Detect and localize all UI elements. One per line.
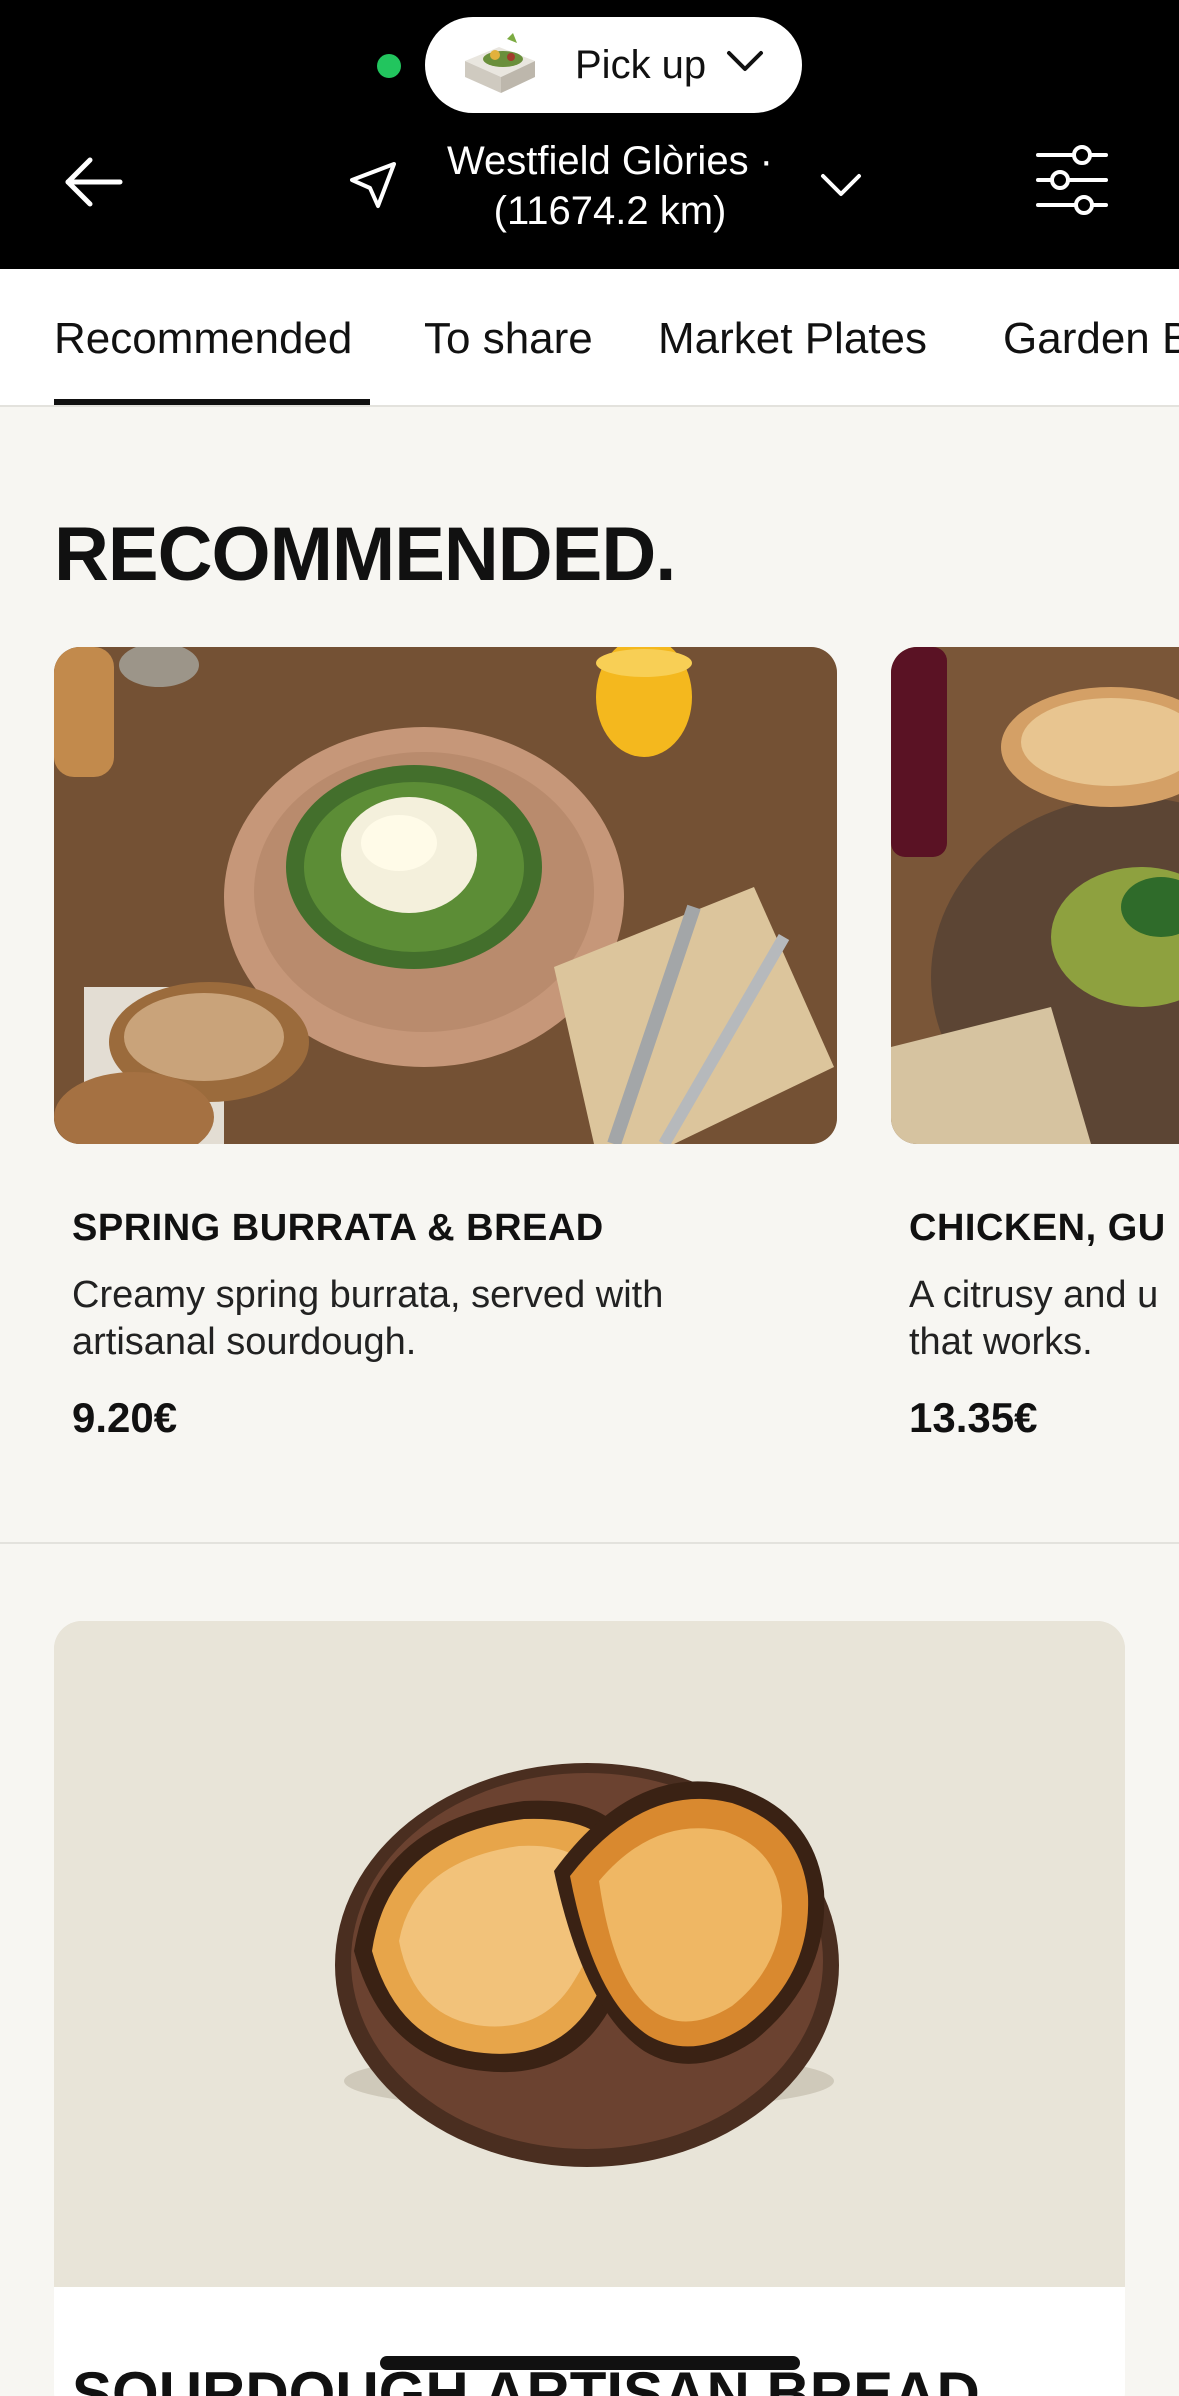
product-description-line: artisanal sourdough.: [72, 1321, 417, 1363]
category-tabs: Recommended To share Market Plates Garde…: [0, 269, 1179, 407]
featured-product-card[interactable]: [54, 1621, 1125, 2396]
sliders-icon[interactable]: [1034, 145, 1110, 215]
tab-recommended[interactable]: Recommended: [54, 313, 352, 365]
tab-market-plates[interactable]: Market Plates: [658, 313, 927, 365]
chevron-down-icon: [727, 51, 763, 71]
store-location-name: Westfield Glòries ·: [446, 139, 773, 183]
sourdough-photo: [54, 1621, 1125, 2287]
home-indicator: [380, 2356, 800, 2370]
chicken-photo: [891, 647, 1179, 1144]
status-dot: [377, 54, 401, 78]
top-bar: Pick up Westfield Glòries · (11674.2 km): [0, 0, 1179, 269]
product-image-chicken[interactable]: [891, 647, 1179, 1144]
product-title[interactable]: CHICKEN, GU: [909, 1205, 1166, 1251]
pickup-label: Pick up: [575, 43, 707, 87]
back-arrow-icon[interactable]: [62, 150, 126, 214]
active-tab-indicator: [54, 399, 370, 405]
store-location-distance: (11674.2 km): [493, 189, 727, 233]
product-price: 13.35€: [909, 1394, 1038, 1441]
section-divider: [0, 1542, 1179, 1544]
tab-to-share[interactable]: To share: [424, 313, 593, 365]
product-title[interactable]: SPRING BURRATA & BREAD: [72, 1205, 604, 1251]
store-location-selector[interactable]: Westfield Glòries · (11674.2 km): [410, 136, 810, 236]
navigation-arrow-icon: [350, 162, 396, 208]
pickup-box-icon: [465, 33, 535, 93]
section-title: RECOMMENDED.: [54, 512, 676, 597]
burrata-photo: [54, 647, 837, 1144]
product-description-line: Creamy spring burrata, served with: [72, 1274, 664, 1316]
product-price: 9.20€: [72, 1394, 178, 1441]
tab-garden[interactable]: Garden B: [1003, 313, 1179, 365]
product-description-line: A citrusy and u: [909, 1274, 1159, 1316]
product-image-spring-burrata[interactable]: [54, 647, 837, 1144]
product-description-line: that works.: [909, 1321, 1093, 1363]
pickup-mode-selector[interactable]: Pick up: [425, 17, 802, 113]
chevron-down-icon[interactable]: [817, 168, 865, 204]
